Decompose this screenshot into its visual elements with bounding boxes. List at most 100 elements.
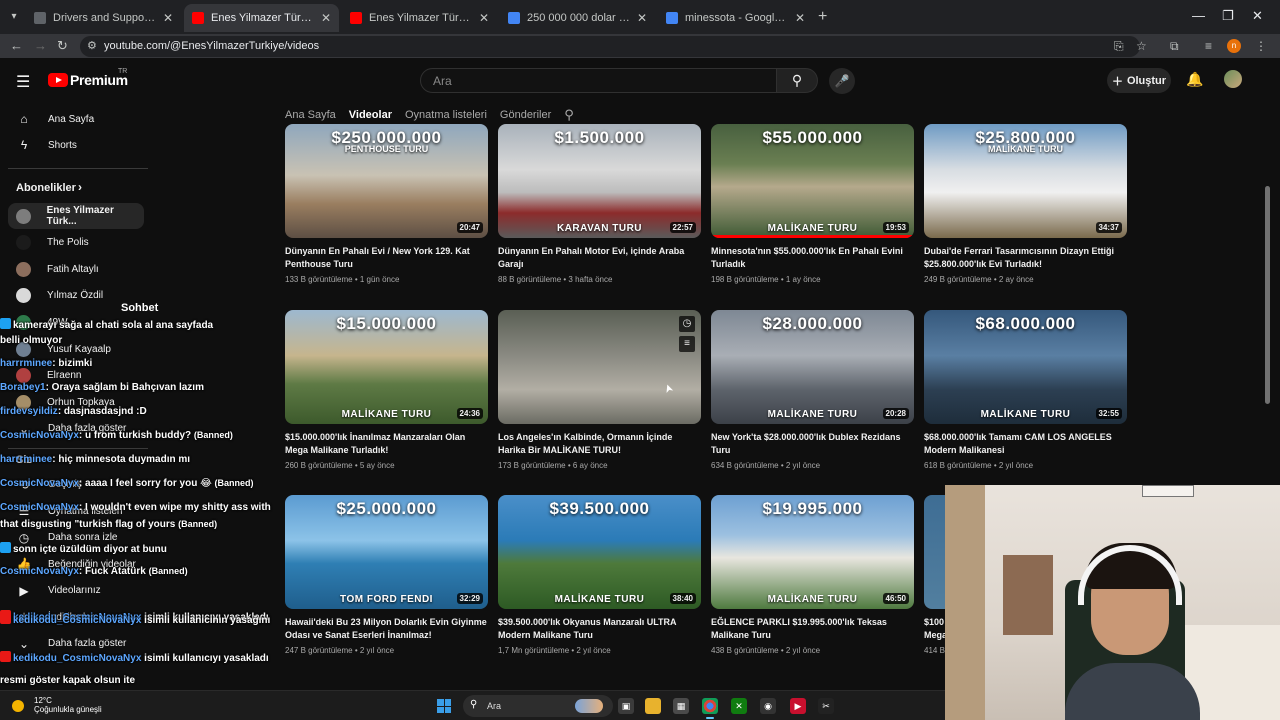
hamburger-icon[interactable]: ☰ [16,72,30,92]
site-info-icon[interactable]: ⚙ [87,39,97,52]
video-title[interactable]: $68.000.000'lık Tamamı CAM LOS ANGELES M… [924,431,1127,457]
file-explorer-icon[interactable] [645,698,661,714]
extensions-icon[interactable]: ⧉ [1170,39,1179,54]
video-title[interactable]: New York'ta $28.000.000'lık Dublex Rezid… [711,431,914,457]
chat-username[interactable]: kedikodu_CosmicNovaNyx [13,653,141,664]
chat-username[interactable]: harrrminee [0,358,52,369]
capcut-icon[interactable]: ✂ [818,698,834,714]
video-card[interactable]: ◷ ≡ ➤ Los Angeles'ın Kalbinde, Ormanın İçin… [498,310,701,470]
video-card[interactable]: $250.000.000 PENTHOUSE TURU 20:47 Dünyanın … [285,124,488,284]
video-thumbnail[interactable]: $39.500.000 MALİKANE TURU 38:40 [498,495,701,609]
tab-close-icon[interactable]: ✕ [479,11,489,25]
browser-tab[interactable]: Enes Yilmazer Türkiye - YouTube ✕ [184,4,339,32]
account-avatar[interactable] [1224,70,1242,88]
browser-tab[interactable]: Drivers and Support for Processors ✕ [26,4,181,32]
scrollbar-thumb[interactable] [1265,186,1270,404]
browser-tab[interactable]: minessota - Google'da Ara ✕ [658,4,813,32]
sidebar-item[interactable]: ⌂ Ana Sayfa [8,106,144,132]
bookmark-star-icon[interactable]: ☆ [1136,39,1147,53]
channel-search-icon[interactable]: ⚲ [564,107,574,123]
create-button[interactable]: ＋ Oluştur [1107,68,1171,93]
sidebar-subscription[interactable]: Enes Yilmazer Türk... [8,203,144,229]
video-title[interactable]: EĞLENCE PARKLI $19.995.000'lık Teksas Ma… [711,616,914,642]
chat-username[interactable]: Borabey1 [0,382,46,393]
reload-icon[interactable]: ↻ [57,38,68,54]
task-view-icon[interactable]: ▣ [618,698,634,714]
video-title[interactable]: $39.500.000'lık Okyanus Manzaralı ULTRA … [498,616,701,642]
video-thumbnail[interactable]: $1.500.000 KARAVAN TURU 22:57 [498,124,701,238]
channel-tab[interactable]: Videolar [349,109,392,121]
subscriptions-heading[interactable]: Abonelikler [16,182,76,194]
store-icon[interactable]: ▦ [673,698,689,714]
video-thumbnail[interactable]: $25.800.000 MALİKANE TURU 34:37 [924,124,1127,238]
video-card[interactable]: $1.500.000 KARAVAN TURU 22:57 Dünyanın En P… [498,124,701,284]
media-icon[interactable]: ≡ [1205,39,1212,53]
sidebar-item[interactable]: ϟ Shorts [8,132,144,158]
video-title[interactable]: $15.000.000'lık İnanılmaz Manzaraları Ol… [285,431,488,457]
video-thumbnail[interactable]: $55.000.000 MALİKANE TURU 19:53 [711,124,914,238]
search-button[interactable]: ⚲ [776,68,818,93]
chat-username[interactable]: CosmicNovaNyx [0,430,79,441]
chat-username[interactable]: CosmicNovaNyx [0,566,79,577]
chat-username[interactable]: CosmicNovaNyx [0,502,79,513]
back-icon[interactable]: ← [10,38,23,53]
video-title[interactable]: Minnesota'nın $55.000.000'lık En Pahalı … [711,245,914,271]
close-window-icon[interactable]: ✕ [1252,8,1263,24]
notifications-bell-icon[interactable]: 🔔 [1186,71,1203,88]
video-title[interactable]: Hawaii'deki Bu 23 Milyon Dolarlık Evin G… [285,616,488,642]
channel-tab[interactable]: Oynatma listeleri [405,109,487,121]
video-card[interactable]: $25.000.000 TOM FORD FENDI 32:29 Hawaii'dek… [285,495,488,655]
install-icon[interactable]: ⎘ [1114,39,1124,54]
video-title[interactable]: Dubai'de Ferrari Tasarımcısının Dizayn E… [924,245,1127,271]
video-title[interactable]: Dünyanın En Pahalı Evi / New York 129. K… [285,245,488,271]
chrome-icon[interactable] [702,698,718,719]
video-thumbnail[interactable] [924,495,946,609]
video-thumbnail[interactable]: $19.995.000 MALİKANE TURU 46:50 [711,495,914,609]
video-thumbnail[interactable]: $15.000.000 MALİKANE TURU 24:36 [285,310,488,424]
tab-close-icon[interactable]: ✕ [795,11,805,25]
channel-tab[interactable]: Ana Sayfa [285,109,336,121]
video-card[interactable]: $28.000.000 MALİKANE TURU 20:28 New York'ta… [711,310,914,470]
voice-search-button[interactable]: 🎤 [829,68,855,94]
channel-tab[interactable]: Gönderiler [500,109,551,121]
video-title[interactable]: Dünyanın En Pahalı Motor Evi, içinde Ara… [498,245,701,271]
chat-username[interactable]: kedikodu_CosmicNovaNyx [13,615,141,626]
tab-close-icon[interactable]: ✕ [163,11,173,25]
menu-icon[interactable]: ⋮ [1255,39,1267,53]
chat-username[interactable]: harrrminee [0,454,52,465]
browser-tab[interactable]: Enes Yilmazer Türkiye - YouTube ✕ [342,4,497,32]
video-card[interactable]: $25.800.000 MALİKANE TURU 34:37 Dubai'de Fe… [924,124,1127,284]
windows-start-icon[interactable] [437,699,451,713]
minimize-icon[interactable]: — [1192,8,1205,23]
video-thumbnail[interactable]: $28.000.000 MALİKANE TURU 20:28 [711,310,914,424]
youtube-logo-icon[interactable] [48,73,68,87]
video-card[interactable]: $100 Mega 414 B [924,495,946,655]
new-tab-button[interactable]: + [818,8,827,26]
sidebar-subscription[interactable]: The Polis [8,230,144,256]
profile-avatar[interactable]: n [1227,39,1241,53]
video-title[interactable]: Los Angeles'ın Kalbinde, Ormanın İçinde … [498,431,701,457]
video-card[interactable]: $55.000.000 MALİKANE TURU 19:53 Minnesota'n… [711,124,914,284]
sidebar-subscription[interactable]: Fatih Altaylı [8,256,144,282]
tab-close-icon[interactable]: ✕ [637,11,647,25]
forward-icon[interactable]: → [34,38,47,53]
add-to-queue-icon[interactable]: ≡ [679,336,695,352]
video-thumbnail[interactable]: ◷ ≡ ➤ [498,310,701,424]
video-thumbnail[interactable]: $68.000.000 MALİKANE TURU 32:55 [924,310,1127,424]
app-icon-red[interactable]: ▶ [790,698,806,714]
taskbar-search[interactable]: ⚲ Ara [463,695,613,717]
video-card[interactable]: $39.500.000 MALİKANE TURU 38:40 $39.500.000… [498,495,701,655]
chat-username[interactable]: firdevsyildiz [0,406,58,417]
tab-search-icon[interactable]: ▾ [6,9,22,25]
browser-tab[interactable]: 250 000 000 dolar kaç tl eder - Google'd… [500,4,655,32]
video-thumbnail[interactable]: $250.000.000 PENTHOUSE TURU 20:47 [285,124,488,238]
watch-later-icon[interactable]: ◷ [679,316,695,332]
video-card[interactable]: $19.995.000 MALİKANE TURU 46:50 EĞLENCE PAR… [711,495,914,655]
address-bar[interactable]: ⚙ youtube.com/@EnesYilmazerTurkiye/video… [80,36,1140,57]
video-thumbnail[interactable]: $25.000.000 TOM FORD FENDI 32:29 [285,495,488,609]
video-card[interactable]: $15.000.000 MALİKANE TURU 24:36 $15.000.000… [285,310,488,470]
chat-username[interactable]: CosmicNovaNyx [0,478,79,489]
obs-icon[interactable]: ◉ [760,698,776,714]
tab-close-icon[interactable]: ✕ [321,11,331,25]
restore-icon[interactable]: ❐ [1222,8,1234,24]
